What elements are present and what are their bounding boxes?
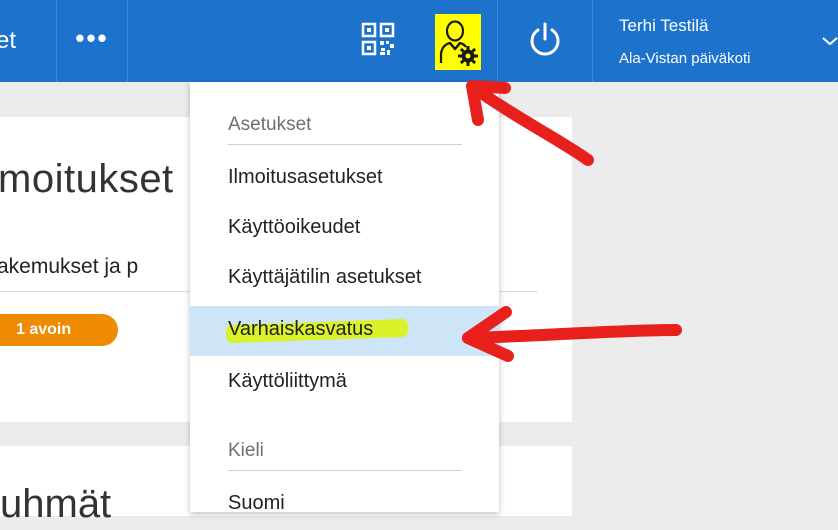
- card-subtitle: akemukset ja p: [0, 255, 139, 278]
- user-menu-toggle[interactable]: Terhi Testilä Ala-Vistan päiväkoti: [600, 0, 838, 82]
- menu-item-notification-settings[interactable]: Ilmoitusasetukset: [190, 154, 499, 204]
- settings-heading: Asetukset: [228, 114, 312, 135]
- menu-item-label: Käyttöliittymä: [228, 370, 347, 392]
- user-unit: Ala-Vistan päiväkoti: [619, 50, 751, 67]
- top-navigation-bar: et ••• Terhi Testilä Ala-Vistan päiväkot…: [0, 0, 838, 82]
- menu-item-label: Käyttöoikeudet: [228, 216, 361, 238]
- menu-item-user-rights[interactable]: Käyttöoikeudet: [190, 204, 499, 254]
- menu-item-label: Suomi: [228, 492, 285, 514]
- open-count-badge[interactable]: 1 avoin: [0, 314, 118, 346]
- more-menu-button[interactable]: •••: [56, 0, 128, 82]
- power-icon: [530, 22, 560, 56]
- menu-item-early-education[interactable]: Varhaiskasvatus: [190, 306, 499, 356]
- qr-code-button[interactable]: [343, 0, 413, 82]
- logout-button[interactable]: [497, 0, 593, 82]
- language-heading: Kieli: [228, 440, 264, 461]
- user-settings-icon: [439, 20, 478, 66]
- card-title: moitukset: [0, 157, 174, 201]
- card-title: uhmät: [0, 482, 112, 526]
- menu-item-label: Varhaiskasvatus: [228, 318, 374, 340]
- menu-item-language-finnish[interactable]: Suomi: [190, 480, 499, 530]
- language-divider: [228, 470, 462, 471]
- user-settings-button[interactable]: [413, 0, 497, 82]
- user-settings-dropdown: Asetukset Ilmoitusasetukset Käyttöoikeud…: [190, 82, 499, 514]
- menu-item-account-settings[interactable]: Käyttäjätilin asetukset: [190, 254, 499, 304]
- qr-code-icon: [361, 22, 395, 56]
- settings-divider: [228, 144, 462, 145]
- user-name: Terhi Testilä: [619, 16, 709, 35]
- menu-item-label: Ilmoitusasetukset: [228, 166, 383, 188]
- chevron-down-icon: [822, 37, 838, 46]
- menu-item-label: Käyttäjätilin asetukset: [228, 266, 422, 288]
- menu-item-user-interface[interactable]: Käyttöliittymä: [190, 358, 499, 408]
- nav-item-partial[interactable]: et: [0, 0, 56, 82]
